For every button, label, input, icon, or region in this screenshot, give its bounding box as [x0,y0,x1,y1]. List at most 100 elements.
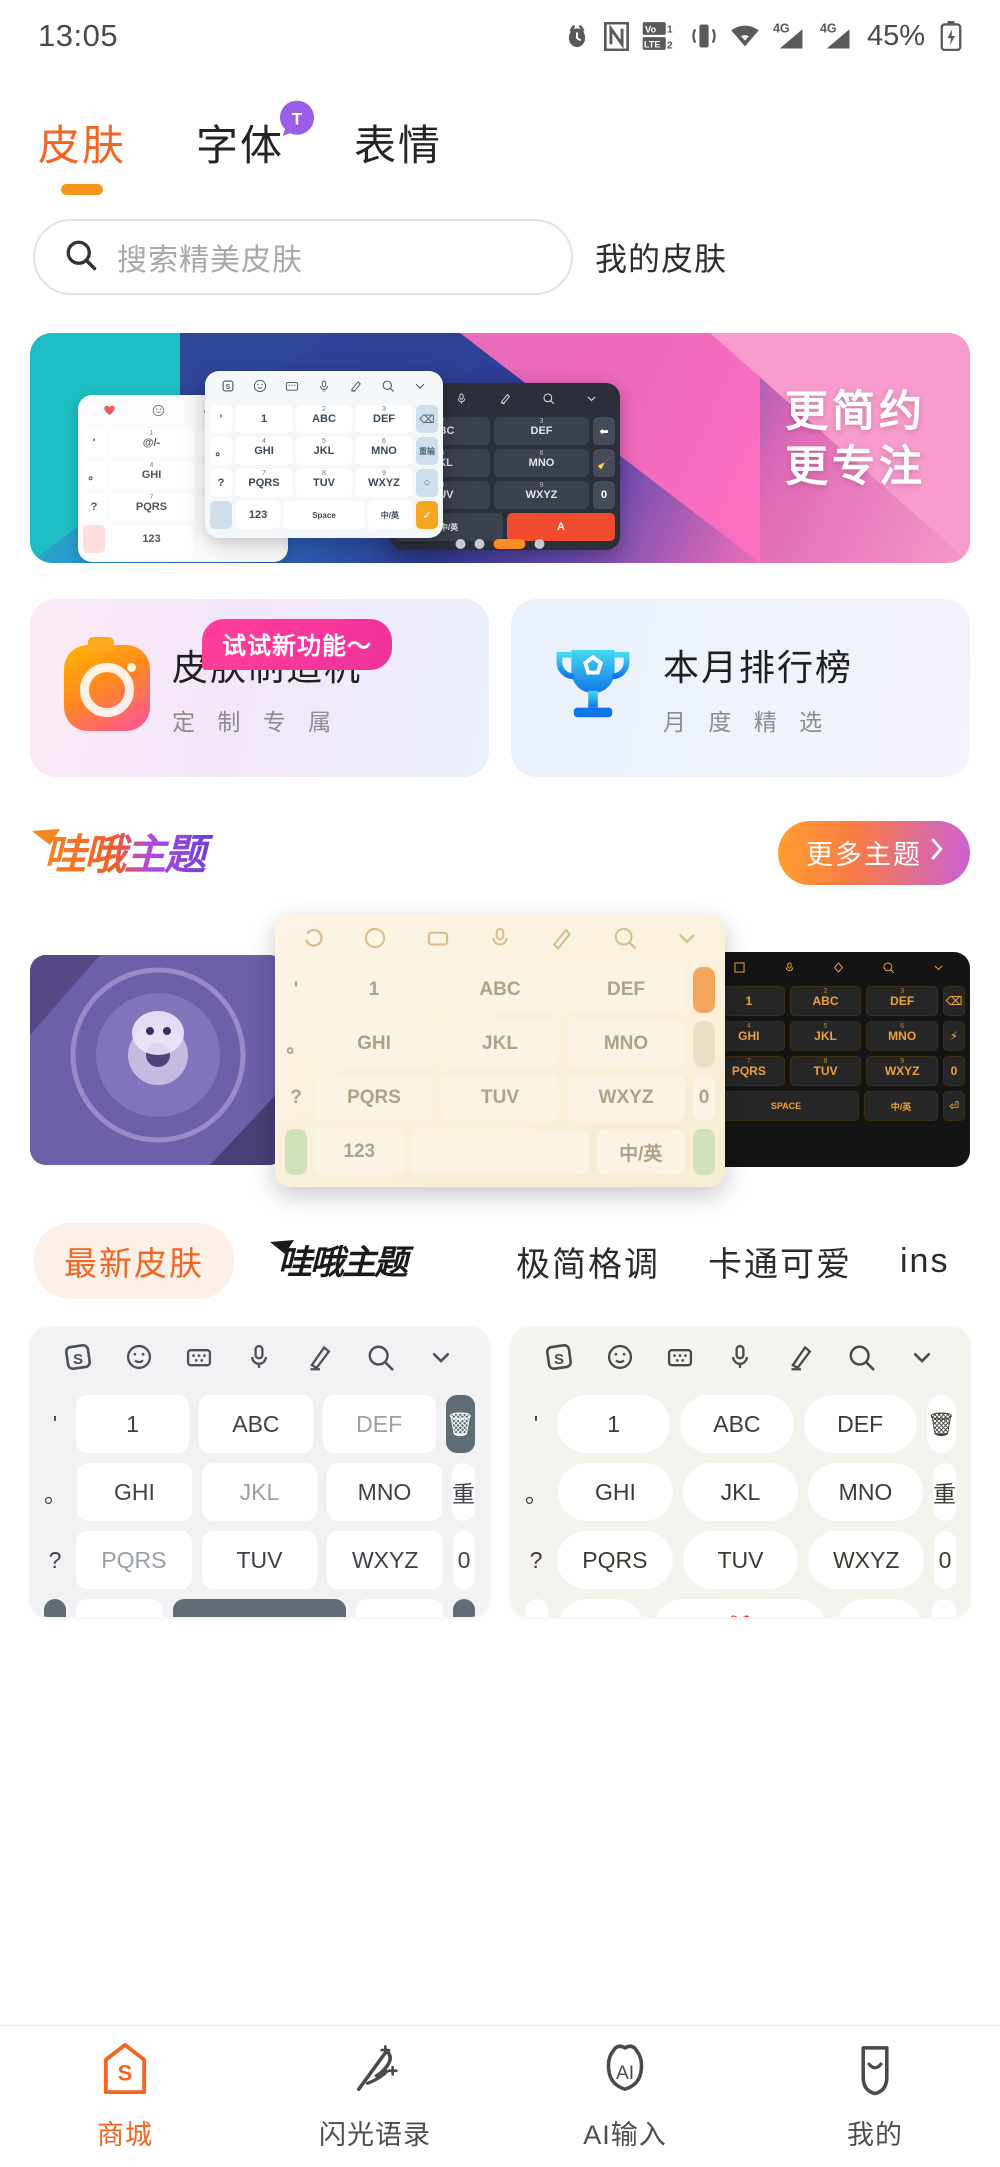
promo-card-ranking[interactable]: 本月排行榜 月 度 精 选 [511,599,970,777]
bottom-navigation: S 商城 闪光语录 AI AI输入 我的 [0,2025,1000,2167]
key-0: 0 [934,1531,957,1589]
nav-label-store: 商城 [97,2119,153,2150]
svg-text:S: S [118,2060,133,2085]
profile-smile-icon [849,2042,901,2103]
promo-subtitle: 定 制 专 属 [172,709,340,735]
svg-text:哇哦主题: 哇哦主题 [44,831,214,878]
my-skins-link[interactable]: 我的皮肤 [595,234,727,280]
key-ghi: GHI [558,1463,673,1521]
carousel-dots[interactable] [455,539,545,549]
tab-active-underline [61,184,103,195]
wowo-theme-logo: 哇哦主题 [30,823,280,883]
key-ghi: GHI [77,1463,192,1521]
trophy-icon [545,640,641,737]
skin-grid: S ' 1 ABC DEF 🗑 。 GHI JKL MNO 重 ? PQRS T… [0,1299,1000,1617]
chip-latest-skins[interactable]: 最新皮肤 [34,1223,234,1299]
carousel-dot-active[interactable] [493,539,526,549]
signal-4g-1-icon: 4G [773,21,807,51]
nfc-icon [603,21,629,51]
search-icon [831,1342,891,1372]
theme-showcase: 1 2 ABC 3 DEF ⌫ 4 GHI 5 JKL 6 MNO ⚡ 7 PQRS 8 TUV 9 WXYZ 0… [0,907,1000,1187]
search-icon [372,379,404,393]
tab-skins-label: 皮肤 [38,122,127,169]
status-icons: Vo LTE 1 2 4G 4G 45% [563,20,962,53]
key-123: 123 [558,1599,645,1617]
svg-text:4G: 4G [773,22,790,36]
nav-item-store[interactable]: S 商城 [0,2042,250,2152]
skin-card-cream[interactable]: S ' 1 ABC DEF 🗑 。 GHI JKL MNO 重 ? PQRS T… [511,1327,970,1617]
tab-emoji[interactable]: 表情 [354,112,442,179]
mic-icon [469,925,531,951]
theme-card-cream[interactable]: ' 1 ABC DEF 。 GHI JKL MNO ? PQRS TUV WXYZ 0 123 中/英 [275,915,725,1187]
svg-text:S: S [73,1351,83,1368]
ai-input-icon: AI [599,2042,651,2103]
chevron-down-icon [892,1342,952,1372]
nav-item-profile[interactable]: 我的 [750,2042,1000,2152]
nav-item-ai-input[interactable]: AI AI输入 [500,2042,750,2152]
mic-icon [308,379,340,393]
chip-cartoon-cute[interactable]: 卡通可爱 [708,1237,852,1286]
chip-ins[interactable]: ins [900,1242,949,1281]
key-wxyz: WXYZ [327,1531,444,1589]
theme-card-dark-orange[interactable]: 1 2 ABC 3 DEF ⌫ 4 GHI 5 JKL 6 MNO ⚡ 7 PQRS 8 TUV 9 WXYZ 0… [708,952,970,1167]
chip-minimal-style[interactable]: 极简格调 [516,1237,660,1286]
theme-card-purple[interactable] [30,955,285,1165]
key-question: ? [48,1546,62,1573]
diamond-icon [814,961,864,974]
more-themes-button[interactable]: 更多主题 [778,821,970,885]
handwriting-icon [340,379,372,393]
carousel-dot[interactable] [474,539,485,549]
key-period: 。 [44,1481,67,1507]
key-settings: ⚙ [44,1599,66,1617]
nav-label-quotes: 闪光语录 [319,2119,431,2150]
tab-skins[interactable]: 皮肤 [38,112,127,195]
search-icon [864,961,914,974]
key-def: DEF [322,1395,436,1453]
keyboard-toolbar [708,952,970,982]
chevron-down-icon [570,392,613,405]
key-wxyz: WXYZ [808,1531,925,1589]
key-tuv: TUV [201,1531,318,1589]
nav-item-quotes[interactable]: 闪光语录 [250,2042,500,2152]
hero-banner[interactable]: '1@/-2ABC 。4GHI5JKL ?7PQRS8TUV 123 S '12… [30,333,970,563]
hero-keyboard-center: S ' 1 2 ABC 3 DEF ⌫ 。 4 GHI 5 JKL 6 MNO 重输 ? 7 PQRS 8 TUV… [205,371,443,538]
chevron-down-icon [913,961,963,974]
vibrate-icon [691,21,717,51]
key-123: 123 [76,1599,163,1617]
key-1: 1 [76,1395,190,1453]
tab-fonts[interactable]: 字体 T [196,100,315,179]
keyboard-icon [407,925,469,951]
status-time: 13:05 [38,18,119,53]
skin-card-gray[interactable]: S ' 1 ABC DEF 🗑 。 GHI JKL MNO 重 ? PQRS T… [30,1327,489,1617]
heart-icon [85,404,134,417]
carousel-dot[interactable] [455,539,466,549]
chevron-down-icon [411,1342,471,1372]
keyboard-keys: ' 1 2 ABC 3 DEF ⌫ 。 4 GHI 5 JKL 6 MNO 重输 ? 7 PQRS 8 TUV 9 W… [205,401,443,538]
volte-dual-sim-icon: Vo LTE 1 2 [642,21,678,51]
keyboard-keys: ' 1 ABC DEF 。 GHI JKL MNO ? PQRS TUV WXYZ 0 123 中/英 [275,961,725,1187]
wifi-icon [730,22,760,50]
svg-text:1: 1 [667,25,673,36]
svg-text:Vo: Vo [645,25,656,35]
svg-text:2: 2 [667,41,673,51]
keyboard-icon [276,379,308,393]
key-space: 🎁 [654,1599,826,1617]
search-input[interactable]: 搜索精美皮肤 [33,219,573,295]
key-lang-toggle: 中 英 [835,1599,922,1617]
search-placeholder: 搜索精美皮肤 [117,244,303,277]
handwriting-icon [290,1342,350,1372]
carousel-dot[interactable] [534,539,545,549]
key-redo: 重 [933,1463,956,1521]
key-mno: MNO [327,1463,442,1521]
handwriting-icon [771,1342,831,1372]
sogou-logo-icon: S [48,1342,108,1372]
promo-card-skin-maker[interactable]: 皮肤制造机 定 制 专 属 试试新功能～ [30,599,489,777]
emoji-icon [589,1342,649,1372]
key-pqrs: PQRS [76,1531,192,1589]
chevron-down-icon [656,925,718,951]
hero-line-1: 更简约 [785,388,926,436]
key-apostrophe: ' [52,1410,58,1437]
svg-text:哇哦主题: 哇哦主题 [278,1244,414,1282]
chip-wowo-theme[interactable]: 哇哦主题 [268,1236,468,1286]
key-abc: ABC [680,1395,794,1453]
